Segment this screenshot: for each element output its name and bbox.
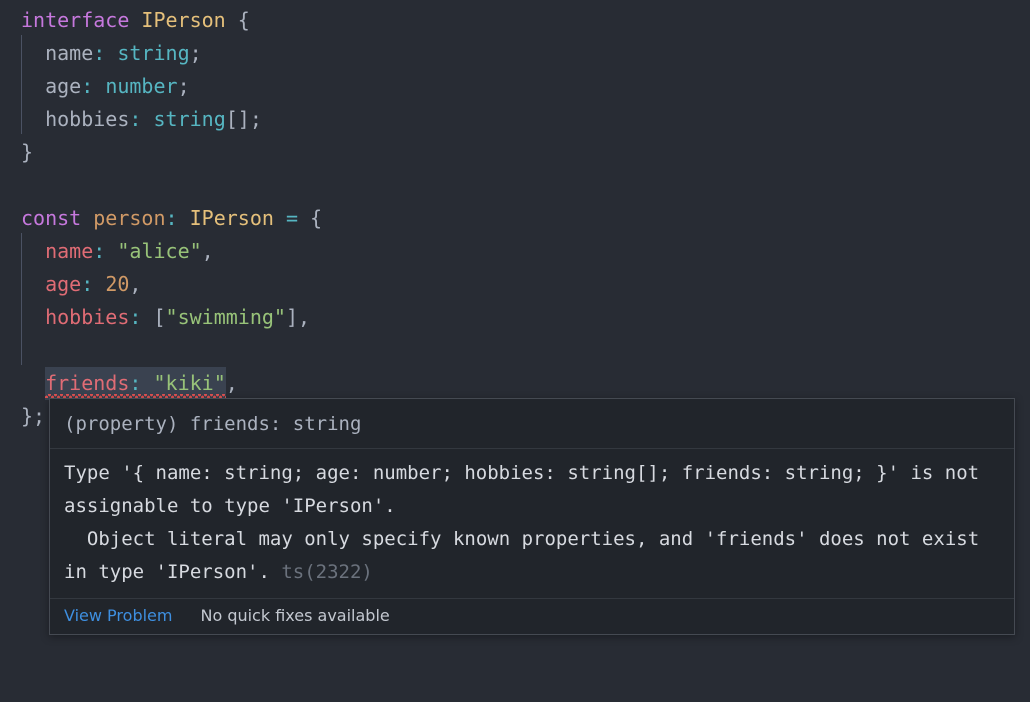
semicolon: ; <box>177 74 190 98</box>
code-content[interactable]: interface IPerson { name: string; age: n… <box>0 0 1030 433</box>
tooltip-actions-bar: View Problem No quick fixes available <box>50 598 1014 634</box>
comma: , <box>225 371 238 395</box>
code-line-12-error[interactable]: friends: "kiki", <box>0 367 1030 400</box>
colon: : <box>129 305 142 329</box>
code-line-7[interactable]: const person: IPerson = { <box>0 202 1030 235</box>
code-line-8[interactable]: name: "alice", <box>0 235 1030 268</box>
tooltip-message-line-1: Type '{ name: string; age: number; hobbi… <box>64 462 991 517</box>
type-annotation-iperson: IPerson <box>189 206 274 230</box>
bracket-close: ] <box>285 305 298 329</box>
code-line-6-blank[interactable] <box>0 169 1030 202</box>
comma: , <box>298 305 311 329</box>
colon: : <box>93 239 106 263</box>
type-string: string <box>153 107 226 131</box>
semicolon: ; <box>249 107 262 131</box>
tooltip-message: Type '{ name: string; age: number; hobbi… <box>50 449 1014 598</box>
interface-member-name: name <box>45 41 94 65</box>
colon: : <box>81 272 94 296</box>
interface-member-hobbies: hobbies <box>45 107 130 131</box>
code-editor[interactable]: interface IPerson { name: string; age: n… <box>0 0 1030 702</box>
brace-open: { <box>310 206 323 230</box>
code-line-1[interactable]: interface IPerson { <box>0 4 1030 37</box>
object-key-hobbies: hobbies <box>45 305 130 329</box>
code-line-5[interactable]: } <box>0 136 1030 169</box>
semicolon: ; <box>189 41 202 65</box>
error-underlined-token[interactable]: friends: "kiki" <box>45 367 226 400</box>
code-line-9[interactable]: age: 20, <box>0 268 1030 301</box>
code-line-3[interactable]: age: number; <box>0 70 1030 103</box>
colon: : <box>129 107 142 131</box>
bracket-open: [ <box>225 107 238 131</box>
hover-tooltip[interactable]: (property) friends: string Type '{ name:… <box>49 398 1015 635</box>
quick-fix-status: No quick fixes available <box>200 606 390 625</box>
type-number: number <box>105 74 178 98</box>
code-line-11-blank[interactable] <box>0 334 1030 367</box>
equals-operator: = <box>285 206 298 230</box>
string-value-alice: "alice" <box>117 239 202 263</box>
code-line-2[interactable]: name: string; <box>0 37 1030 70</box>
comma: , <box>129 272 142 296</box>
brace-open: { <box>237 8 250 32</box>
brace-close-semicolon: }; <box>21 404 46 428</box>
code-line-4[interactable]: hobbies: string[]; <box>0 103 1030 136</box>
type-string: string <box>117 41 190 65</box>
colon: : <box>81 74 94 98</box>
keyword-interface: interface <box>21 8 130 32</box>
bracket-close: ] <box>237 107 250 131</box>
comma: , <box>201 239 214 263</box>
brace-close: } <box>21 140 34 164</box>
variable-person: person <box>93 206 166 230</box>
type-name-iperson: IPerson <box>141 8 226 32</box>
number-value-20: 20 <box>105 272 130 296</box>
colon: : <box>165 206 178 230</box>
interface-member-age: age <box>45 74 82 98</box>
object-key-friends: friends <box>45 371 130 395</box>
view-problem-link[interactable]: View Problem <box>64 605 172 627</box>
string-value-kiki: "kiki" <box>153 371 226 395</box>
string-value-swimming: "swimming" <box>165 305 286 329</box>
keyword-const: const <box>21 206 82 230</box>
code-line-10[interactable]: hobbies: ["swimming"], <box>0 301 1030 334</box>
object-key-name: name <box>45 239 94 263</box>
object-key-age: age <box>45 272 82 296</box>
bracket-open: [ <box>153 305 166 329</box>
colon: : <box>93 41 106 65</box>
tooltip-signature: (property) friends: string <box>50 399 1014 449</box>
tooltip-message-line-2: Object literal may only specify known pr… <box>64 528 991 583</box>
colon: : <box>129 371 142 395</box>
tooltip-error-code: ts(2322) <box>281 561 373 583</box>
